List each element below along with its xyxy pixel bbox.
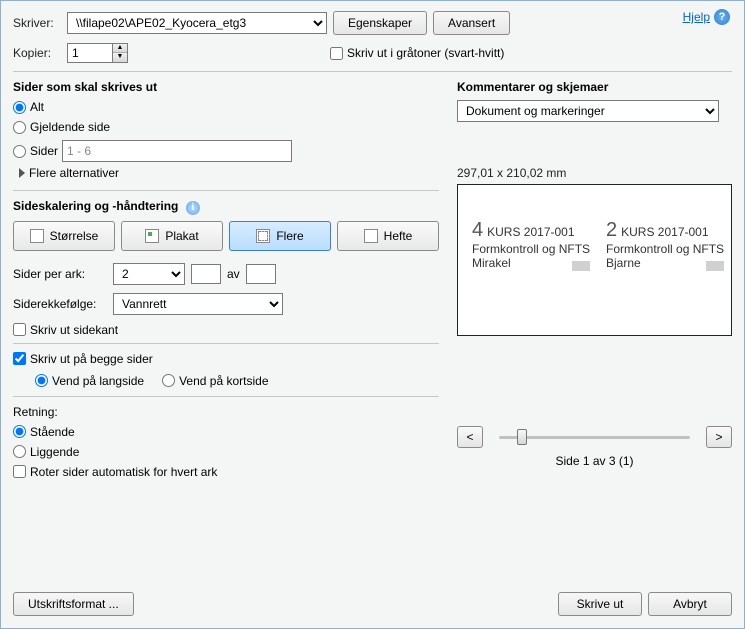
order-label: Siderekkefølge: <box>13 297 107 311</box>
preview-thumb-icon <box>706 261 724 271</box>
copies-spinner[interactable]: ▲ ▼ <box>67 43 128 63</box>
flip-short-radio[interactable]: Vend på kortside <box>162 374 268 388</box>
prev-page-button[interactable]: < <box>457 426 483 448</box>
spinner-down-icon[interactable]: ▼ <box>113 53 127 62</box>
print-preview: 4KURS 2017-001 Formkontroll og NFTS Mira… <box>457 184 732 336</box>
dialog-footer: Utskriftsformat ... Skrive ut Avbryt <box>13 592 732 616</box>
flip-long-radio[interactable]: Vend på langside <box>35 374 144 388</box>
poster-icon <box>145 229 159 243</box>
preview-pager: < > <box>457 426 732 448</box>
preview-page-left: 4KURS 2017-001 Formkontroll og NFTS Mira… <box>472 219 592 270</box>
cancel-button[interactable]: Avbryt <box>648 592 732 616</box>
scaling-segmented: Størrelse Plakat Flere Hefte <box>13 221 439 251</box>
print-dialog: Hjelp ? Skriver: \\filape02\APE02_Kyocer… <box>0 0 745 629</box>
next-page-button[interactable]: > <box>706 426 732 448</box>
print-button[interactable]: Skrive ut <box>558 592 642 616</box>
comments-select[interactable]: Dokument og markeringer <box>457 100 719 122</box>
radio-all[interactable]: Alt <box>13 100 439 114</box>
grayscale-input[interactable] <box>330 47 343 60</box>
seg-booklet-button[interactable]: Hefte <box>337 221 439 251</box>
divider <box>13 343 439 344</box>
printer-label: Skriver: <box>13 16 61 30</box>
landscape-radio[interactable]: Liggende <box>13 445 439 459</box>
duplex-checkbox[interactable]: Skriv ut på begge sider <box>13 352 439 366</box>
grayscale-checkbox[interactable]: Skriv ut i gråtoner (svart-hvitt) <box>330 46 504 60</box>
copies-row: Kopier: ▲ ▼ Skriv ut i gråtoner (svart-h… <box>13 43 732 63</box>
help-label: Hjelp <box>683 10 710 24</box>
slider-thumb[interactable] <box>517 429 527 445</box>
seg-multi-button[interactable]: Flere <box>229 221 331 251</box>
pps-row: Sider per ark: 2 av <box>13 263 439 285</box>
portrait-radio[interactable]: Stående <box>13 425 439 439</box>
pps-box-a <box>191 264 221 284</box>
preview-page-right: 2KURS 2017-001 Formkontroll og NFTS Bjar… <box>606 219 726 270</box>
pps-select[interactable]: 2 <box>113 263 185 285</box>
help-icon: ? <box>714 9 730 25</box>
copies-input[interactable] <box>67 43 113 63</box>
properties-button[interactable]: Egenskaper <box>333 11 427 35</box>
size-icon <box>30 229 44 243</box>
pps-box-b <box>246 264 276 284</box>
booklet-icon <box>364 229 378 243</box>
order-row: Siderekkefølge: Vannrett <box>13 293 439 315</box>
copies-label: Kopier: <box>13 46 61 60</box>
pps-label: Sider per ark: <box>13 267 107 281</box>
of-label: av <box>227 267 240 281</box>
info-icon[interactable]: i <box>186 201 200 215</box>
divider <box>13 190 439 191</box>
orientation-label: Retning: <box>13 405 439 419</box>
spinner-up-icon[interactable]: ▲ <box>113 44 127 53</box>
divider <box>13 396 439 397</box>
help-link[interactable]: Hjelp ? <box>683 9 730 25</box>
autorotate-checkbox[interactable]: Roter sider automatisk for hvert ark <box>13 465 439 479</box>
printer-row: Skriver: \\filape02\APE02_Kyocera_etg3 E… <box>13 11 732 35</box>
comments-header: Kommentarer og skjemaer <box>457 80 732 94</box>
printer-select[interactable]: \\filape02\APE02_Kyocera_etg3 <box>67 12 327 34</box>
preview-dimensions: 297,01 x 210,02 mm <box>457 166 732 180</box>
radio-range[interactable]: Sider <box>13 140 439 162</box>
preview-thumb-icon <box>572 261 590 271</box>
grayscale-label: Skriv ut i gråtoner (svart-hvitt) <box>347 46 504 60</box>
page-setup-button[interactable]: Utskriftsformat ... <box>13 592 134 616</box>
multi-icon <box>256 229 270 243</box>
seg-size-button[interactable]: Størrelse <box>13 221 115 251</box>
divider <box>13 71 732 72</box>
radio-current[interactable]: Gjeldende side <box>13 120 439 134</box>
page-range-input[interactable] <box>62 140 292 162</box>
seg-poster-button[interactable]: Plakat <box>121 221 223 251</box>
order-select[interactable]: Vannrett <box>113 293 283 315</box>
triangle-right-icon <box>19 168 25 178</box>
more-options-toggle[interactable]: Flere alternativer <box>19 166 439 180</box>
border-checkbox[interactable]: Skriv ut sidekant <box>13 323 439 337</box>
preview-slider[interactable] <box>499 426 690 448</box>
page-indicator: Side 1 av 3 (1) <box>457 454 732 468</box>
scaling-header: Sideskalering og -håndtering i <box>13 199 439 215</box>
pages-header: Sider som skal skrives ut <box>13 80 439 94</box>
advanced-button[interactable]: Avansert <box>433 11 510 35</box>
